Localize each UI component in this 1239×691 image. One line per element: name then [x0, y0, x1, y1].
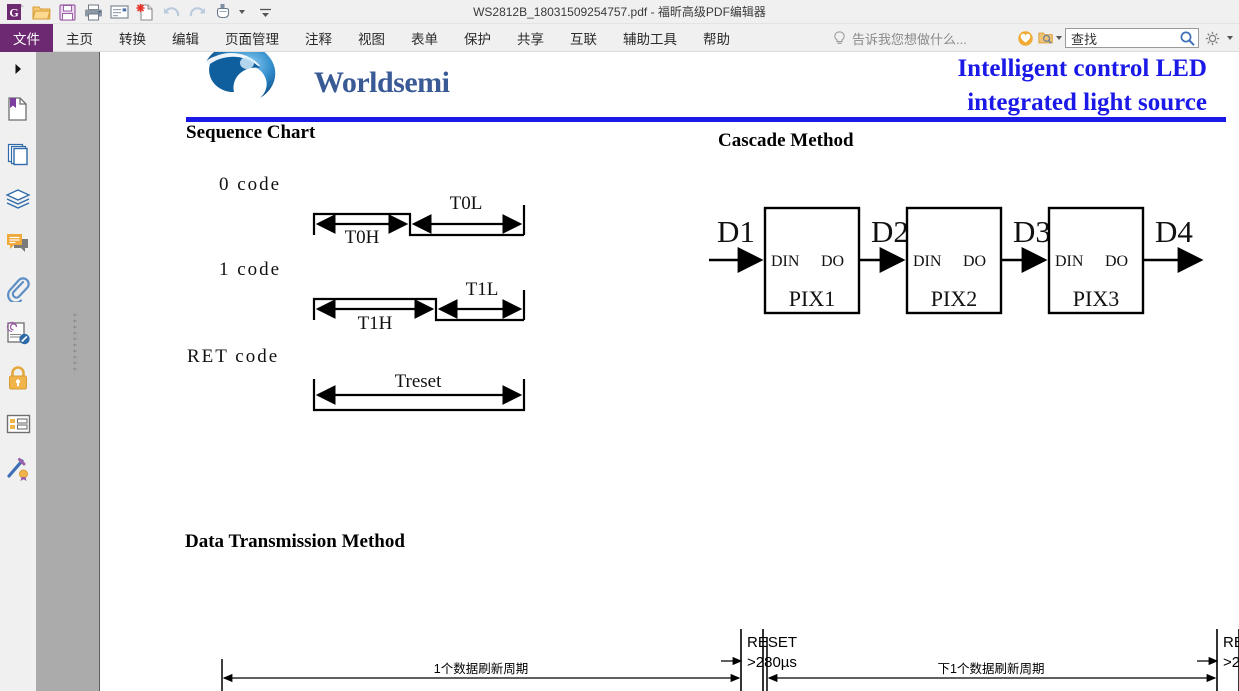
menu-item-protect[interactable]: 保护 — [451, 24, 504, 52]
menu-item-accessibility[interactable]: 辅助工具 — [610, 24, 690, 52]
sequence-row-label-2: RET code — [187, 346, 280, 367]
worldsemi-logo-icon — [199, 52, 276, 98]
page-header-title-line2: integrated light source — [967, 89, 1207, 116]
section-title-cascade-method: Cascade Method — [718, 130, 854, 151]
svg-text:>280µs: >280µs — [747, 654, 797, 671]
menu-item-page-manage[interactable]: 页面管理 — [212, 24, 292, 52]
lightbulb-icon — [834, 30, 845, 44]
menu-bar: 文件 主页 转换 编辑 页面管理 注释 视图 表单 保护 共享 互联 辅助工具 … — [0, 24, 1239, 52]
svg-text:PIX3: PIX3 — [1073, 286, 1119, 311]
svg-text:DO: DO — [963, 253, 986, 270]
svg-text:DIN: DIN — [1055, 253, 1084, 270]
search-input[interactable] — [1071, 30, 1179, 46]
favorite-heart-icon[interactable] — [1015, 28, 1035, 48]
svg-text:PIX1: PIX1 — [789, 286, 835, 311]
menu-item-share[interactable]: 共享 — [504, 24, 557, 52]
tell-me-box[interactable]: 告诉我您想做什么... — [833, 24, 967, 52]
svg-text:>280µs: >280µs — [1223, 654, 1239, 671]
svg-text:RESET: RESET — [1223, 634, 1239, 651]
menu-items: 文件 主页 转换 编辑 页面管理 注释 视图 表单 保护 共享 互联 辅助工具 … — [0, 24, 743, 52]
svg-text:下1个数据刷新周期: 下1个数据刷新周期 — [938, 661, 1045, 676]
svg-text:RESET: RESET — [747, 634, 797, 651]
sidebar-item-fields[interactable] — [0, 401, 36, 446]
svg-text:1个数据刷新周期: 1个数据刷新周期 — [434, 661, 528, 676]
sidebar-item-signatures[interactable] — [0, 446, 36, 491]
sidebar-item-bookmarks[interactable] — [0, 86, 36, 131]
page-header-title-line1: Intelligent control LED — [957, 55, 1207, 82]
worldsemi-logo: Worldsemi — [198, 52, 518, 110]
sidebar-rail — [0, 52, 36, 691]
sequence-row-label-0: 0 code — [219, 174, 282, 195]
layers-icon — [5, 188, 31, 209]
menu-item-view[interactable]: 视图 — [345, 24, 398, 52]
section-title-data-transmission: Data Transmission Method — [185, 531, 405, 552]
menu-item-connect[interactable]: 互联 — [557, 24, 610, 52]
page-header-title: Intelligent control LED integrated light… — [787, 52, 1207, 120]
sequence-chart-waveforms: T0H T0L T1H T1L Treset — [312, 193, 526, 412]
settings-gear-icon[interactable] — [1202, 28, 1222, 48]
search-scope-icon[interactable] — [1038, 28, 1062, 48]
header-divider-rule — [186, 117, 1226, 122]
menu-item-convert[interactable]: 转换 — [106, 24, 159, 52]
form-fields-icon — [6, 414, 30, 433]
stamp-icon — [6, 321, 30, 345]
document-viewport[interactable]: Worldsemi Intelligent control LED integr… — [101, 52, 1239, 691]
search-icon[interactable] — [1179, 30, 1196, 47]
sidebar-item-security[interactable] — [0, 356, 36, 401]
menu-item-home[interactable]: 主页 — [53, 24, 106, 52]
cascade-method-diagram: D1 D2 D3 D4 DIN DO DIN DO DIN DO PIX1 PI… — [709, 206, 1204, 315]
menu-item-edit[interactable]: 编辑 — [159, 24, 212, 52]
window-title: WS2812B_18031509254757.pdf - 福昕高级PDF编辑器 — [473, 5, 766, 19]
svg-text:T0H: T0H — [345, 227, 380, 248]
section-title-sequence-chart: Sequence Chart — [186, 122, 316, 143]
splitter-grip-handle[interactable] — [73, 312, 77, 374]
svg-text:Treset: Treset — [395, 371, 443, 392]
menu-item-comment[interactable]: 注释 — [292, 24, 345, 52]
signature-icon — [6, 458, 28, 481]
sidebar-expand-arrow[interactable] — [0, 52, 36, 86]
menu-item-form[interactable]: 表单 — [398, 24, 451, 52]
sidebar-item-pages[interactable] — [0, 131, 36, 176]
svg-text:DO: DO — [1105, 253, 1128, 270]
data-transmission-diagram: RESET >280µs RESET >280µs 1个数据刷新周期 下1个数据… — [221, 629, 1239, 691]
sequence-row-label-1: 1 code — [219, 259, 282, 280]
svg-text:T1H: T1H — [358, 313, 393, 334]
svg-text:PIX2: PIX2 — [931, 286, 977, 311]
logo-wordmark: Worldsemi — [314, 66, 450, 99]
menu-item-file[interactable]: 文件 — [0, 24, 53, 52]
bookmark-page-icon — [8, 96, 27, 121]
svg-text:T0L: T0L — [450, 193, 483, 214]
pdf-page: Worldsemi Intelligent control LED integr… — [101, 52, 1239, 691]
search-box[interactable] — [1065, 28, 1199, 48]
sidebar-panel-splitter[interactable] — [36, 52, 100, 691]
lock-icon — [9, 366, 27, 390]
svg-text:T1L: T1L — [466, 279, 499, 300]
svg-text:D4: D4 — [1155, 214, 1193, 249]
svg-text:D1: D1 — [717, 214, 755, 249]
svg-text:D2: D2 — [871, 214, 909, 249]
sidebar-item-stamp[interactable] — [0, 311, 36, 356]
svg-text:D3: D3 — [1013, 214, 1051, 249]
settings-caret[interactable] — [1227, 36, 1233, 40]
svg-text:DIN: DIN — [913, 253, 942, 270]
sidebar-item-comments[interactable] — [0, 221, 36, 266]
sidebar-item-layers[interactable] — [0, 176, 36, 221]
svg-text:DIN: DIN — [771, 253, 800, 270]
page-thumbnails-icon — [7, 143, 28, 165]
menu-bar-right-tools — [1015, 24, 1237, 52]
comments-icon — [6, 234, 28, 252]
paperclip-icon — [7, 276, 30, 302]
sidebar-item-attachments[interactable] — [0, 266, 36, 311]
tell-me-label: 告诉我您想做什么... — [852, 31, 967, 47]
svg-text:DO: DO — [821, 253, 844, 270]
search-scope-caret[interactable] — [1056, 36, 1062, 40]
title-bar: G WS2812B_18031509254757.pdf - 福昕高级PDF编辑… — [0, 0, 1239, 24]
menu-item-help[interactable]: 帮助 — [690, 24, 743, 52]
